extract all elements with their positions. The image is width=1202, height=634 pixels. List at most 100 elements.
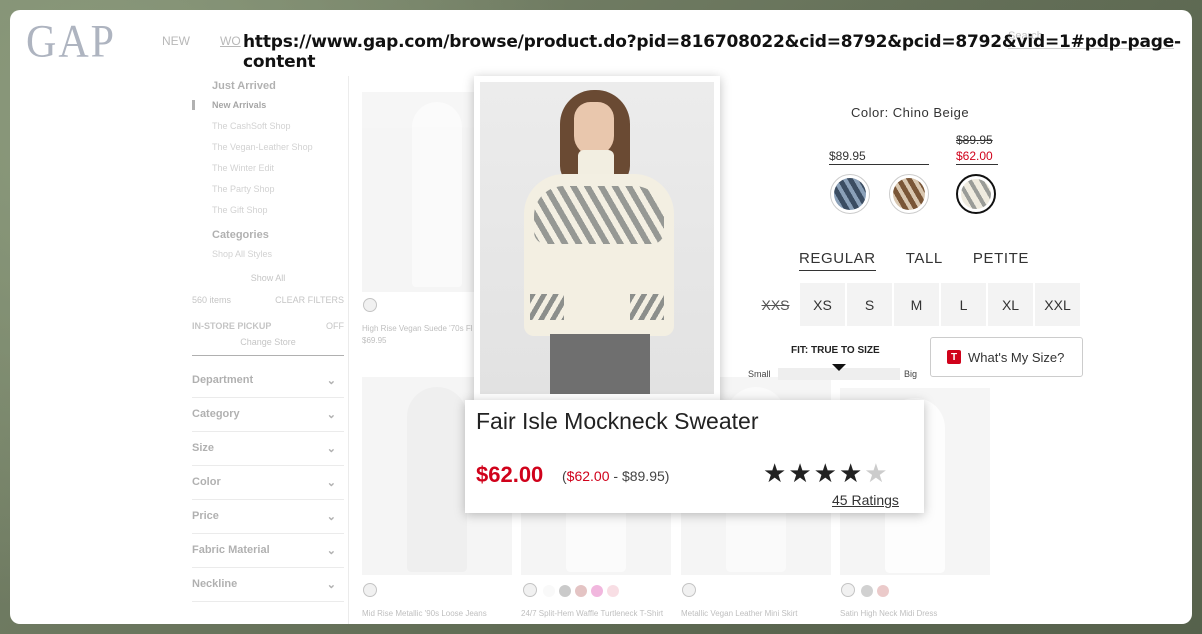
- chevron-down-icon: ⌄: [326, 579, 336, 591]
- size-selector: XXS XS S M L XL XXL: [753, 283, 1080, 326]
- sidebar-item-gift-shop[interactable]: The Gift Shop: [212, 205, 344, 215]
- size-xxs[interactable]: XXS: [753, 283, 798, 326]
- color-swatch[interactable]: [861, 585, 873, 597]
- color-swatch[interactable]: [559, 585, 571, 597]
- size-xl[interactable]: XL: [988, 283, 1033, 326]
- pickup-toggle[interactable]: OFF: [326, 321, 344, 331]
- whats-my-size-button[interactable]: T What's My Size?: [930, 337, 1083, 377]
- chevron-down-icon: ⌄: [326, 443, 336, 455]
- color-swatch[interactable]: [363, 583, 377, 597]
- color-swatch[interactable]: [575, 585, 587, 597]
- color-swatch[interactable]: [682, 583, 696, 597]
- divider: [348, 76, 349, 624]
- truefit-icon: T: [947, 350, 961, 364]
- model-face: [574, 102, 614, 156]
- sidebar-item-party-shop[interactable]: The Party Shop: [212, 184, 344, 194]
- swatch-fill: [893, 178, 925, 210]
- color-swatch[interactable]: [363, 298, 377, 312]
- size-xs[interactable]: XS: [800, 283, 845, 326]
- change-store-link[interactable]: Change Store: [192, 337, 344, 356]
- price-range: ($62.00 - $89.95): [562, 468, 669, 484]
- color-swatch[interactable]: [523, 583, 537, 597]
- swatch-navy[interactable]: [830, 174, 870, 214]
- sidebar-item-winter-edit[interactable]: The Winter Edit: [212, 163, 344, 173]
- show-all-link[interactable]: Show All: [192, 273, 344, 283]
- size-s[interactable]: S: [847, 283, 892, 326]
- color-label: Color: Chino Beige: [851, 105, 970, 120]
- tile-caption[interactable]: Metallic Vegan Leather Mini Skirt: [681, 609, 798, 618]
- color-swatch[interactable]: [607, 585, 619, 597]
- swatch-brown[interactable]: [889, 174, 929, 214]
- size-m[interactable]: M: [894, 283, 939, 326]
- sidebar-item-cashsoft[interactable]: The CashSoft Shop: [212, 121, 344, 131]
- filter-label: Size: [192, 442, 215, 454]
- filter-label: Neckline: [192, 578, 238, 590]
- filter-color[interactable]: Color ⌄: [192, 466, 344, 500]
- color-swatch[interactable]: [877, 585, 889, 597]
- tab-regular[interactable]: REGULAR: [799, 250, 876, 271]
- tile-caption[interactable]: High Rise Vegan Suede '70s Fl: [362, 324, 472, 333]
- filter-neckline[interactable]: Neckline ⌄: [192, 568, 344, 602]
- star-icon: ★: [838, 458, 865, 488]
- fit-title: FIT: TRUE TO SIZE: [791, 345, 880, 356]
- color-swatch[interactable]: [841, 583, 855, 597]
- model-figure: [412, 102, 462, 287]
- swatch-fill: [961, 179, 991, 209]
- chevron-down-icon: ⌄: [326, 545, 336, 557]
- current-price: $62.00: [476, 462, 544, 487]
- filter-price[interactable]: Price ⌄: [192, 500, 344, 534]
- swatch-fill: [834, 178, 866, 210]
- star-icon: ★: [788, 458, 814, 488]
- filter-label: Fabric Material: [192, 544, 270, 556]
- chevron-down-icon: ⌄: [326, 375, 336, 387]
- size-l[interactable]: L: [941, 283, 986, 326]
- price-group-regular: $89.95: [829, 149, 929, 165]
- nav-women[interactable]: WO: [220, 34, 241, 48]
- pickup-row: IN-STORE PICKUP OFF: [192, 321, 344, 331]
- tile-caption[interactable]: 24/7 Split-Hem Waffle Turtleneck T-Shirt: [521, 609, 663, 618]
- jeans: [550, 334, 650, 394]
- nav-new[interactable]: NEW: [162, 34, 190, 48]
- star-empty-icon: ★: [864, 458, 890, 488]
- filter-size[interactable]: Size ⌄: [192, 432, 344, 466]
- whats-my-size-label: What's My Size?: [968, 349, 1065, 365]
- color-swatch[interactable]: [591, 585, 603, 597]
- categories-heading: Categories: [212, 229, 269, 241]
- items-row: 560 items CLEAR FILTERS: [192, 295, 344, 305]
- sidebar-item-shop-all[interactable]: Shop All Styles: [212, 249, 344, 259]
- tab-tall[interactable]: TALL: [906, 250, 943, 271]
- sidebar-item-new-arrivals[interactable]: New Arrivals: [192, 100, 344, 110]
- sweater-cuff: [530, 294, 564, 320]
- star-icon: ★: [813, 458, 839, 488]
- clear-filters-link[interactable]: CLEAR FILTERS: [275, 295, 344, 305]
- fit-big-label: Big: [904, 369, 918, 379]
- tile-caption[interactable]: Mid Rise Metallic '90s Loose Jeans: [362, 609, 487, 618]
- ratings-link[interactable]: 45 Ratings: [832, 492, 899, 508]
- filter-label: Department: [192, 374, 254, 386]
- tab-petite[interactable]: PETITE: [973, 250, 1029, 271]
- browser-frame: GAP NEW WO Search Just Arrived New Arriv…: [10, 10, 1192, 624]
- filter-label: Price: [192, 510, 219, 522]
- product-image-card: [474, 76, 720, 402]
- product-photo[interactable]: [480, 82, 714, 394]
- size-xxl[interactable]: XXL: [1035, 283, 1080, 326]
- filter-label: Category: [192, 408, 240, 420]
- url-text[interactable]: https://www.gap.com/browse/product.do?pi…: [243, 32, 1192, 72]
- model-figure: [407, 387, 467, 572]
- filter-department[interactable]: Department ⌄: [192, 364, 344, 398]
- sidebar-item-vegan-leather[interactable]: The Vegan-Leather Shop: [212, 142, 344, 152]
- fit-marker-icon: [832, 364, 846, 371]
- color-swatch[interactable]: [543, 585, 555, 597]
- tile-price: $69.95: [362, 336, 387, 345]
- tile-caption[interactable]: Satin High Neck Midi Dress: [840, 609, 937, 618]
- in-store-pickup-label: IN-STORE PICKUP: [192, 321, 272, 331]
- filter-fabric[interactable]: Fabric Material ⌄: [192, 534, 344, 568]
- gap-logo[interactable]: GAP: [26, 16, 116, 69]
- filter-category[interactable]: Category ⌄: [192, 398, 344, 432]
- fit-small-label: Small: [748, 369, 771, 379]
- star-rating: ★★★★★: [763, 458, 890, 489]
- swatch-chino-beige[interactable]: [956, 174, 996, 214]
- range-rest: - $89.95): [609, 468, 670, 484]
- price-group-sale-price: $62.00: [956, 149, 998, 165]
- chevron-down-icon: ⌄: [326, 511, 336, 523]
